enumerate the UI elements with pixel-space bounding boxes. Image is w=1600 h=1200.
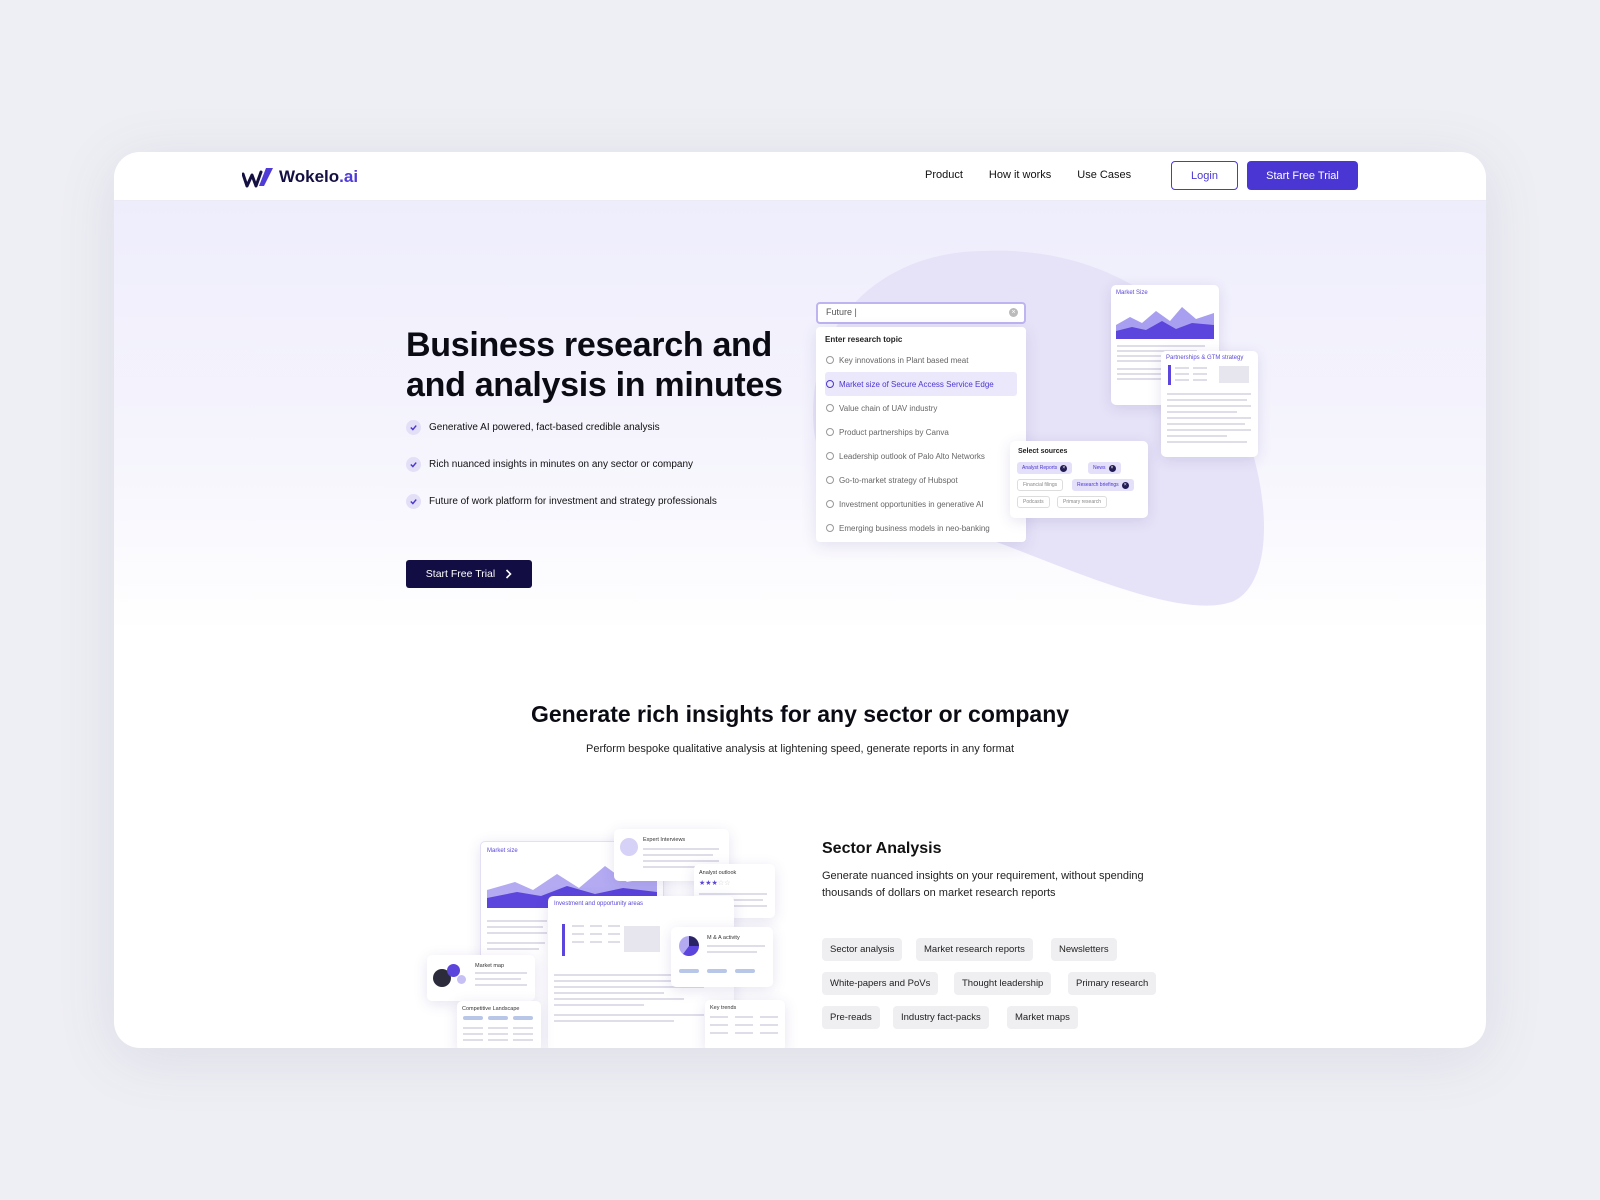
- wokelo-logo-icon: [242, 168, 273, 188]
- dropdown-header: Enter research topic: [825, 335, 903, 344]
- check-icon: [406, 420, 421, 435]
- hero-feature-item: Rich nuanced insights in minutes on any …: [406, 457, 693, 472]
- collage-card-title: Market size: [487, 848, 518, 854]
- clear-icon[interactable]: ×: [1009, 308, 1018, 317]
- use-case-tag[interactable]: Primary research: [1068, 972, 1157, 995]
- remove-icon[interactable]: ×: [1060, 464, 1068, 472]
- nav-links: Product How it works Use Cases: [925, 169, 1131, 181]
- partnerships-card-title: Partnerships & GTM strategy: [1166, 355, 1244, 361]
- source-chip[interactable]: News ×: [1088, 462, 1121, 474]
- chevron-right-icon: [506, 569, 512, 579]
- collage-ma-activity-card: M & A activity: [671, 927, 773, 987]
- section-subtitle: Perform bespoke qualitative analysis at …: [585, 743, 1015, 755]
- hero-feature-item: Generative AI powered, fact-based credib…: [406, 420, 660, 435]
- collage-card-title: Key trends: [710, 1005, 737, 1011]
- collage-card-title: Investment and opportunity areas: [554, 901, 644, 907]
- source-chip[interactable]: Podcasts: [1017, 496, 1050, 508]
- suggestion-item-active[interactable]: Market size of Secure Access Service Edg…: [825, 372, 1017, 396]
- use-case-tag[interactable]: Thought leadership: [954, 972, 1052, 995]
- brand-logo[interactable]: Wokelo.ai: [242, 166, 358, 188]
- hero-background-blob: [813, 250, 1264, 606]
- use-case-tag[interactable]: Industry fact-packs: [893, 1006, 989, 1029]
- remove-icon[interactable]: ×: [1108, 464, 1116, 472]
- login-button[interactable]: Login: [1171, 161, 1238, 190]
- globe-icon: [826, 524, 834, 532]
- top-nav: Wokelo.ai Product How it works Use Cases…: [114, 152, 1486, 201]
- avatar: [620, 838, 638, 856]
- brand-name: Wokelo.ai: [279, 167, 359, 186]
- check-icon: [406, 457, 421, 472]
- globe-icon: [826, 428, 834, 436]
- use-case-tag[interactable]: Sector analysis: [822, 938, 903, 961]
- pie-chart-graphic: [679, 936, 699, 956]
- nav-link-use-cases[interactable]: Use Cases: [1077, 169, 1131, 181]
- hero-feature-text: Generative AI powered, fact-based credib…: [429, 422, 660, 433]
- collage-competitive-landscape-card: Competitive Landscape: [457, 1001, 541, 1048]
- collage-market-map-card: Market map: [427, 955, 535, 1001]
- source-chip[interactable]: Financial filings: [1017, 479, 1064, 491]
- hero-section: Business research and and analysis in mi…: [114, 201, 1486, 631]
- collage-card-title: M & A activity: [707, 935, 740, 941]
- section-title: Generate rich insights for any sector or…: [530, 701, 1070, 727]
- nav-link-product[interactable]: Product: [925, 169, 963, 181]
- nav-start-trial-button[interactable]: Start Free Trial: [1247, 161, 1358, 190]
- hero-feature-text: Rich nuanced insights in minutes on any …: [429, 459, 694, 470]
- use-case-tag[interactable]: White-papers and PoVs: [822, 972, 939, 995]
- suggestion-item[interactable]: Go-to-market strategy of Hubspot: [825, 468, 1017, 492]
- use-case-tag[interactable]: Market maps: [1007, 1006, 1078, 1029]
- globe-icon: [826, 356, 834, 364]
- suggestion-item[interactable]: Investment opportunities in generative A…: [825, 492, 1017, 516]
- hero-feature-text: Future of work platform for investment a…: [429, 496, 717, 507]
- suggestion-item[interactable]: Leadership outlook of Palo Alto Networks: [825, 444, 1017, 468]
- nav-link-how-it-works[interactable]: How it works: [989, 169, 1051, 181]
- source-chip[interactable]: Primary research: [1057, 496, 1108, 508]
- source-chip[interactable]: Research briefings ×: [1072, 479, 1134, 491]
- globe-icon: [826, 500, 834, 508]
- select-sources-card: Select sources Analyst Reports × News × Fi…: [1010, 441, 1148, 518]
- suggestion-item[interactable]: Value chain of UAV industry: [825, 396, 1017, 420]
- star-rating-icon: ★★★☆☆: [699, 880, 731, 887]
- feature-description: Generate nuanced insights on your requir…: [822, 870, 1144, 899]
- remove-icon[interactable]: ×: [1121, 481, 1129, 489]
- area-chart-graphic: [1116, 307, 1214, 339]
- browser-frame: Wokelo.ai Product How it works Use Cases…: [114, 152, 1486, 1048]
- research-search-input[interactable]: Future | ×: [816, 302, 1026, 324]
- collage-card-title: Market map: [475, 963, 505, 969]
- feature-title: Sector Analysis: [822, 840, 942, 857]
- collage-card-title: Competitive Landscape: [462, 1006, 520, 1012]
- suggestion-item[interactable]: Emerging business models in neo-banking: [825, 516, 1017, 540]
- collage-card-title: Expert Interviews: [643, 837, 686, 843]
- partnerships-preview-card: Partnerships & GTM strategy: [1161, 351, 1258, 457]
- use-case-tag[interactable]: Pre-reads: [822, 1006, 880, 1029]
- search-input-value: Future |: [826, 307, 857, 317]
- suggestion-item[interactable]: Product partnerships by Canva: [825, 420, 1017, 444]
- hero-title: Business research and and analysis in mi…: [406, 326, 783, 404]
- select-sources-title: Select sources: [1018, 448, 1068, 455]
- globe-icon: [826, 476, 834, 484]
- market-size-card-title: Market Size: [1116, 290, 1148, 296]
- source-chip[interactable]: Analyst Reports ×: [1017, 462, 1073, 474]
- hero-start-trial-button[interactable]: Start Free Trial: [406, 560, 532, 588]
- collage-card-title: Analyst outlook: [699, 870, 737, 876]
- globe-icon: [826, 380, 834, 388]
- hero-cta-label: Start Free Trial: [425, 568, 496, 580]
- suggestion-item[interactable]: Key innovations in Plant based meat: [825, 348, 1017, 372]
- collage-key-trends-card: Key trends: [705, 1000, 785, 1048]
- use-case-tag[interactable]: Newsletters: [1051, 938, 1117, 961]
- research-suggestions-dropdown: Enter research topic Key innovations in …: [816, 327, 1026, 542]
- globe-icon: [826, 452, 834, 460]
- check-icon: [406, 494, 421, 509]
- hero-feature-item: Future of work platform for investment a…: [406, 494, 717, 509]
- globe-icon: [826, 404, 834, 412]
- use-case-tag[interactable]: Market research reports: [916, 938, 1033, 961]
